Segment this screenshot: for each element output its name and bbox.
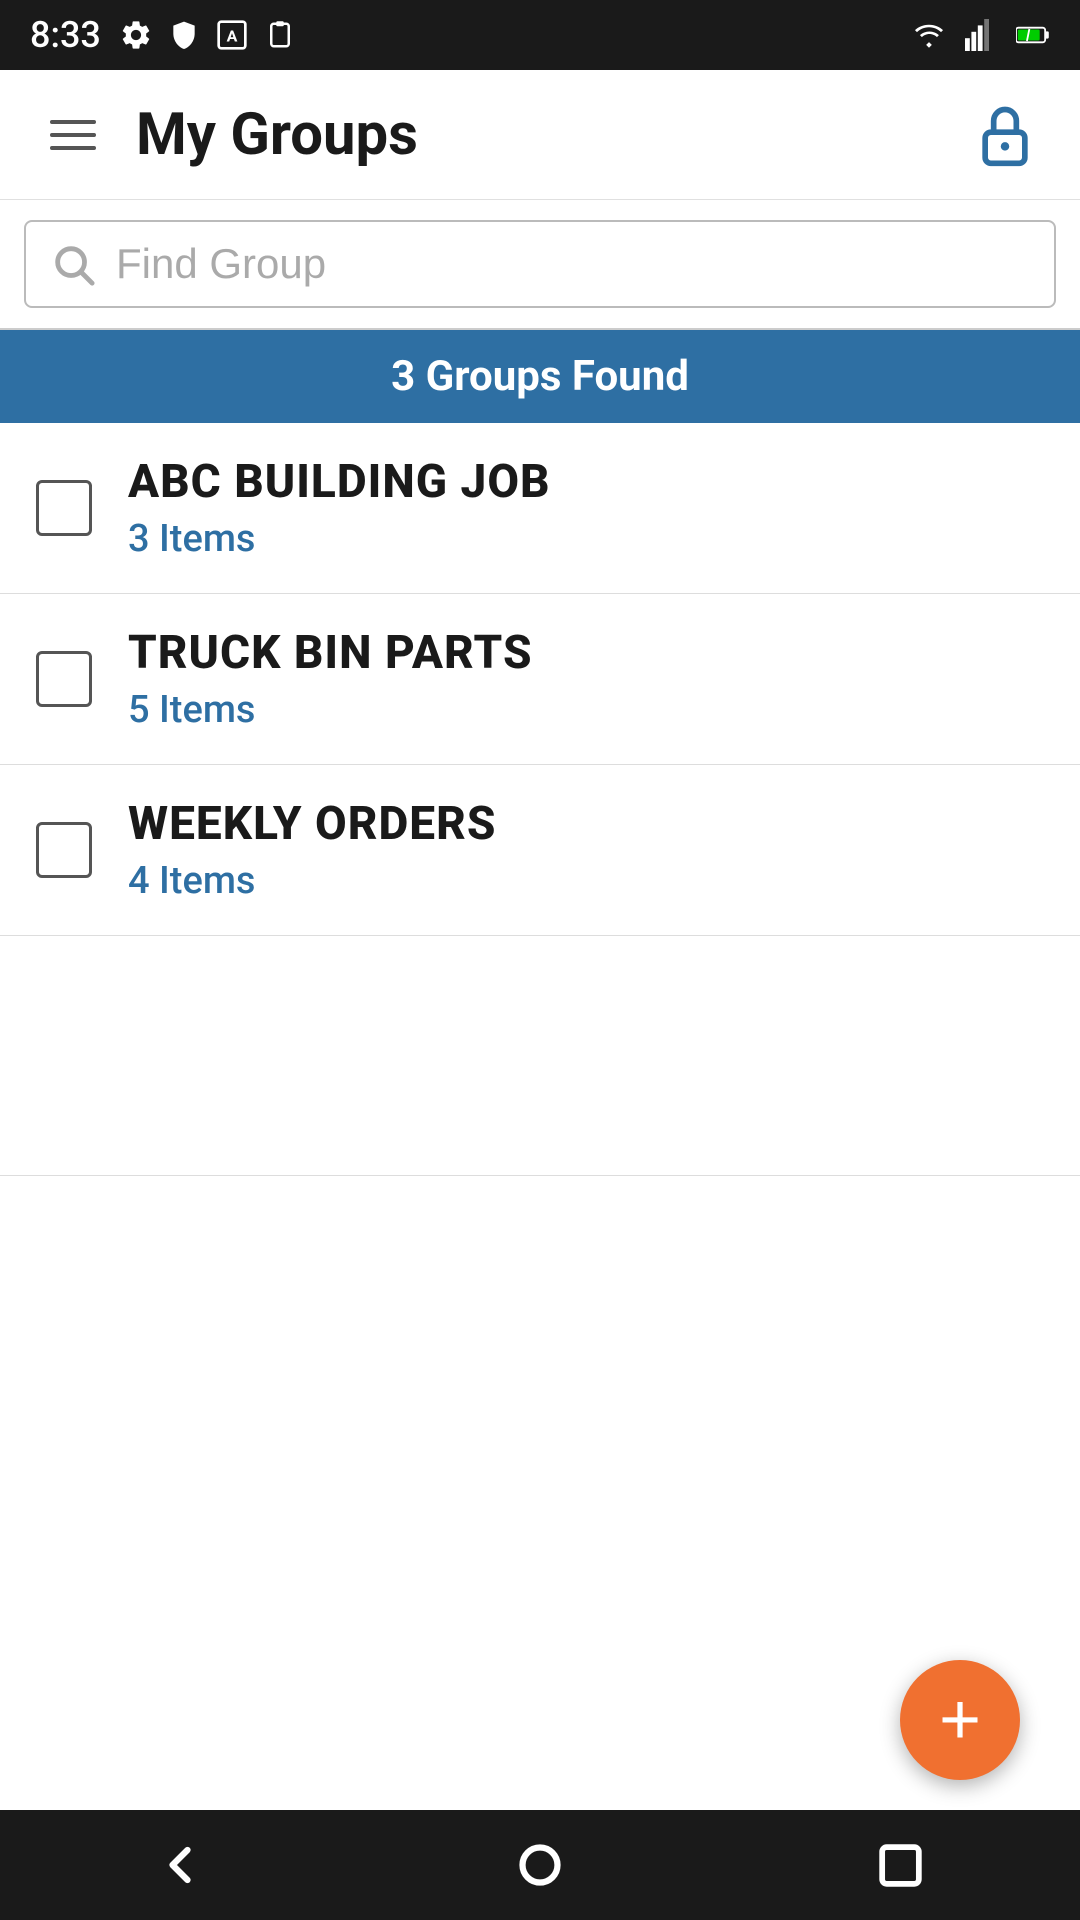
groups-list: ABC BUILDING JOB 3 Items TRUCK BIN PARTS… <box>0 423 1080 936</box>
menu-line-2 <box>50 133 96 137</box>
lock-icon <box>971 101 1039 169</box>
shield-icon <box>167 18 201 52</box>
search-input[interactable] <box>116 240 1030 288</box>
wifi-icon <box>912 18 946 52</box>
menu-line-3 <box>50 146 96 150</box>
back-button[interactable] <box>140 1825 220 1905</box>
results-text: 3 Groups Found <box>391 352 689 401</box>
page-title: My Groups <box>136 101 970 169</box>
menu-button[interactable] <box>40 110 106 160</box>
settings-icon <box>119 18 153 52</box>
group-name-1: ABC BUILDING JOB <box>128 455 551 509</box>
group-items-count-3: 4 Items <box>128 859 496 903</box>
recents-icon <box>873 1838 928 1893</box>
menu-line-1 <box>50 120 96 124</box>
list-item[interactable]: ABC BUILDING JOB 3 Items <box>0 423 1080 594</box>
search-container <box>0 200 1080 330</box>
lock-button[interactable] <box>970 100 1040 170</box>
search-wrapper <box>24 220 1056 308</box>
group-checkbox-2[interactable] <box>36 651 92 707</box>
group-checkbox-3[interactable] <box>36 822 92 878</box>
bottom-nav <box>0 1810 1080 1920</box>
group-items-count-2: 5 Items <box>128 688 533 732</box>
list-item[interactable]: WEEKLY ORDERS 4 Items <box>0 765 1080 936</box>
signal-icon <box>964 18 998 52</box>
group-checkbox-1[interactable] <box>36 480 92 536</box>
clipboard-icon <box>263 18 297 52</box>
group-name-2: TRUCK BIN PARTS <box>128 626 533 680</box>
empty-area <box>0 936 1080 1176</box>
status-bar-right <box>912 18 1050 52</box>
status-left-icons: A <box>119 18 297 52</box>
font-icon: A <box>215 18 249 52</box>
home-icon <box>510 1835 570 1895</box>
app-bar: My Groups <box>0 70 1080 200</box>
status-bar: 8:33 A <box>0 0 1080 70</box>
home-button[interactable] <box>500 1825 580 1905</box>
results-banner: 3 Groups Found <box>0 330 1080 423</box>
group-name-3: WEEKLY ORDERS <box>128 797 496 851</box>
group-info-3: WEEKLY ORDERS 4 Items <box>128 797 496 903</box>
group-items-count-1: 3 Items <box>128 517 551 561</box>
svg-text:A: A <box>227 27 238 46</box>
group-info-2: TRUCK BIN PARTS 5 Items <box>128 626 533 732</box>
group-info-1: ABC BUILDING JOB 3 Items <box>128 455 551 561</box>
fab-plus-icon: + <box>939 1684 981 1756</box>
search-icon <box>50 241 96 287</box>
status-time: 8:33 <box>30 14 101 56</box>
back-icon <box>150 1835 210 1895</box>
status-bar-left: 8:33 A <box>30 14 297 56</box>
add-group-button[interactable]: + <box>900 1660 1020 1780</box>
recents-button[interactable] <box>860 1825 940 1905</box>
battery-icon <box>1016 18 1050 52</box>
list-item[interactable]: TRUCK BIN PARTS 5 Items <box>0 594 1080 765</box>
